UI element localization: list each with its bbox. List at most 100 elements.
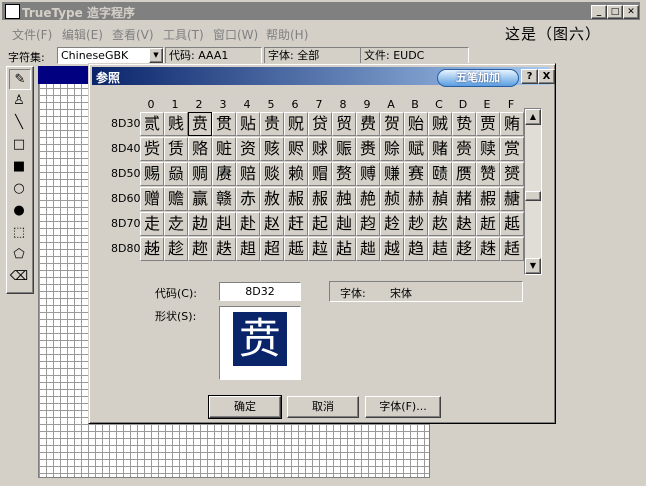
char-cell[interactable]: 赩 <box>356 187 380 211</box>
char-cell[interactable]: 趍 <box>452 237 476 261</box>
pencil-icon[interactable]: ✎ <box>9 69 31 90</box>
char-cell[interactable]: 资 <box>236 137 260 161</box>
line-icon[interactable]: ╲ <box>9 113 29 132</box>
char-cell[interactable]: 赶 <box>284 212 308 236</box>
char-cell[interactable]: 赳 <box>212 212 236 236</box>
menu-window[interactable]: 窗口(W) <box>213 26 258 43</box>
minimize-button[interactable]: _ <box>591 5 607 19</box>
char-cell[interactable]: 贽 <box>452 112 476 136</box>
char-cell[interactable]: 贷 <box>308 112 332 136</box>
char-cell[interactable]: 贾 <box>476 112 500 136</box>
char-cell[interactable]: 赻 <box>404 212 428 236</box>
char-cell[interactable]: 贺 <box>380 112 404 136</box>
char-cell[interactable]: 赞 <box>476 162 500 186</box>
char-cell[interactable]: 赹 <box>356 212 380 236</box>
char-cell[interactable]: 赱 <box>164 212 188 236</box>
char-cell[interactable]: 赪 <box>380 187 404 211</box>
char-cell[interactable]: 赮 <box>476 187 500 211</box>
ime-indicator[interactable]: 五笔加加 <box>437 69 519 87</box>
char-cell[interactable]: 赫 <box>404 187 428 211</box>
char-cell[interactable]: 赙 <box>356 162 380 186</box>
char-cell[interactable]: 赌 <box>428 137 452 161</box>
char-cell[interactable]: 赑 <box>164 162 188 186</box>
char-cell[interactable]: 赍 <box>452 137 476 161</box>
char-cell[interactable]: 赃 <box>212 137 236 161</box>
char-cell[interactable]: 赵 <box>260 212 284 236</box>
char-cell[interactable]: 赘 <box>332 162 356 186</box>
char-cell[interactable]: 赐 <box>140 162 164 186</box>
char-cell[interactable]: 赅 <box>260 137 284 161</box>
char-cell[interactable]: 赟 <box>500 162 524 186</box>
hollow-ellipse-icon[interactable]: ○ <box>9 179 29 198</box>
char-cell[interactable]: 费 <box>356 112 380 136</box>
char-cell[interactable]: 趆 <box>284 237 308 261</box>
char-cell[interactable]: 贵 <box>260 112 284 136</box>
char-cell[interactable]: 赝 <box>452 162 476 186</box>
char-cell[interactable]: 越 <box>380 237 404 261</box>
maximize-button[interactable]: □ <box>607 5 623 19</box>
scroll-up-icon[interactable]: ▲ <box>525 109 541 125</box>
char-cell[interactable]: 贴 <box>236 112 260 136</box>
char-cell[interactable]: 贲 <box>188 112 212 136</box>
char-cell[interactable]: 赓 <box>212 162 236 186</box>
char-cell[interactable]: 赺 <box>380 212 404 236</box>
char-cell[interactable]: 赚 <box>380 162 404 186</box>
char-cell[interactable]: 赡 <box>164 187 188 211</box>
char-cell[interactable]: 赢 <box>188 187 212 211</box>
char-cell[interactable]: 趁 <box>164 237 188 261</box>
filled-ellipse-icon[interactable]: ● <box>9 201 29 220</box>
char-cell[interactable]: 赧 <box>284 187 308 211</box>
char-cell[interactable]: 起 <box>308 212 332 236</box>
close-button[interactable]: ✕ <box>623 5 639 19</box>
rect-select-icon[interactable]: ⬚ <box>9 223 29 242</box>
menu-help[interactable]: 帮助(H) <box>266 26 308 43</box>
char-cell[interactable]: 赔 <box>236 162 260 186</box>
char-cell[interactable]: 赬 <box>428 187 452 211</box>
charset-select[interactable]: ChineseGBK ▼ <box>57 47 164 64</box>
char-cell[interactable]: 赛 <box>404 162 428 186</box>
char-cell[interactable]: 赂 <box>188 137 212 161</box>
char-cell[interactable]: 贯 <box>212 112 236 136</box>
char-cell[interactable]: 趀 <box>140 237 164 261</box>
char-cell[interactable]: 赿 <box>500 212 524 236</box>
char-cell[interactable]: 赀 <box>140 137 164 161</box>
char-cell[interactable]: 贰 <box>140 112 164 136</box>
char-cell[interactable]: 赨 <box>332 187 356 211</box>
help-button[interactable]: ? <box>521 69 538 84</box>
filled-rect-icon[interactable]: ■ <box>9 157 29 176</box>
char-cell[interactable]: 赾 <box>476 212 500 236</box>
hollow-rect-icon[interactable]: □ <box>9 135 29 154</box>
cancel-button[interactable]: 取消 <box>287 396 359 418</box>
char-cell[interactable]: 赆 <box>284 137 308 161</box>
char-cell[interactable]: 贻 <box>404 112 428 136</box>
char-cell[interactable]: 赜 <box>428 162 452 186</box>
ok-button[interactable]: 确定 <box>208 395 282 419</box>
char-cell[interactable]: 走 <box>140 212 164 236</box>
char-cell[interactable]: 贸 <box>332 112 356 136</box>
char-cell[interactable]: 赁 <box>164 137 188 161</box>
char-cell[interactable]: 趂 <box>188 237 212 261</box>
char-cell[interactable]: 赕 <box>260 162 284 186</box>
char-cell[interactable]: 贼 <box>428 112 452 136</box>
menu-edit[interactable]: 编辑(E) <box>62 26 103 43</box>
char-cell[interactable]: 赎 <box>476 137 500 161</box>
char-cell[interactable]: 趎 <box>476 237 500 261</box>
chevron-down-icon[interactable]: ▼ <box>149 48 163 63</box>
freeform-select-icon[interactable]: ⬠ <box>9 245 29 264</box>
char-cell[interactable]: 赧 <box>308 187 332 211</box>
char-cell[interactable]: 赈 <box>332 137 356 161</box>
scroll-thumb[interactable] <box>525 191 541 201</box>
char-cell[interactable]: 赠 <box>140 187 164 211</box>
char-cell[interactable]: 赊 <box>380 137 404 161</box>
char-cell[interactable]: 赸 <box>332 212 356 236</box>
menu-file[interactable]: 文件(F) <box>12 26 52 43</box>
char-cell[interactable]: 趈 <box>332 237 356 261</box>
char-cell[interactable]: 赯 <box>500 187 524 211</box>
dialog-close-button[interactable]: X <box>538 69 555 84</box>
char-cell[interactable]: 赲 <box>188 212 212 236</box>
char-cell[interactable]: 赦 <box>260 187 284 211</box>
char-cell[interactable]: 超 <box>260 237 284 261</box>
char-cell[interactable]: 赭 <box>452 187 476 211</box>
char-cell[interactable]: 贶 <box>284 112 308 136</box>
char-cell[interactable]: 赋 <box>404 137 428 161</box>
